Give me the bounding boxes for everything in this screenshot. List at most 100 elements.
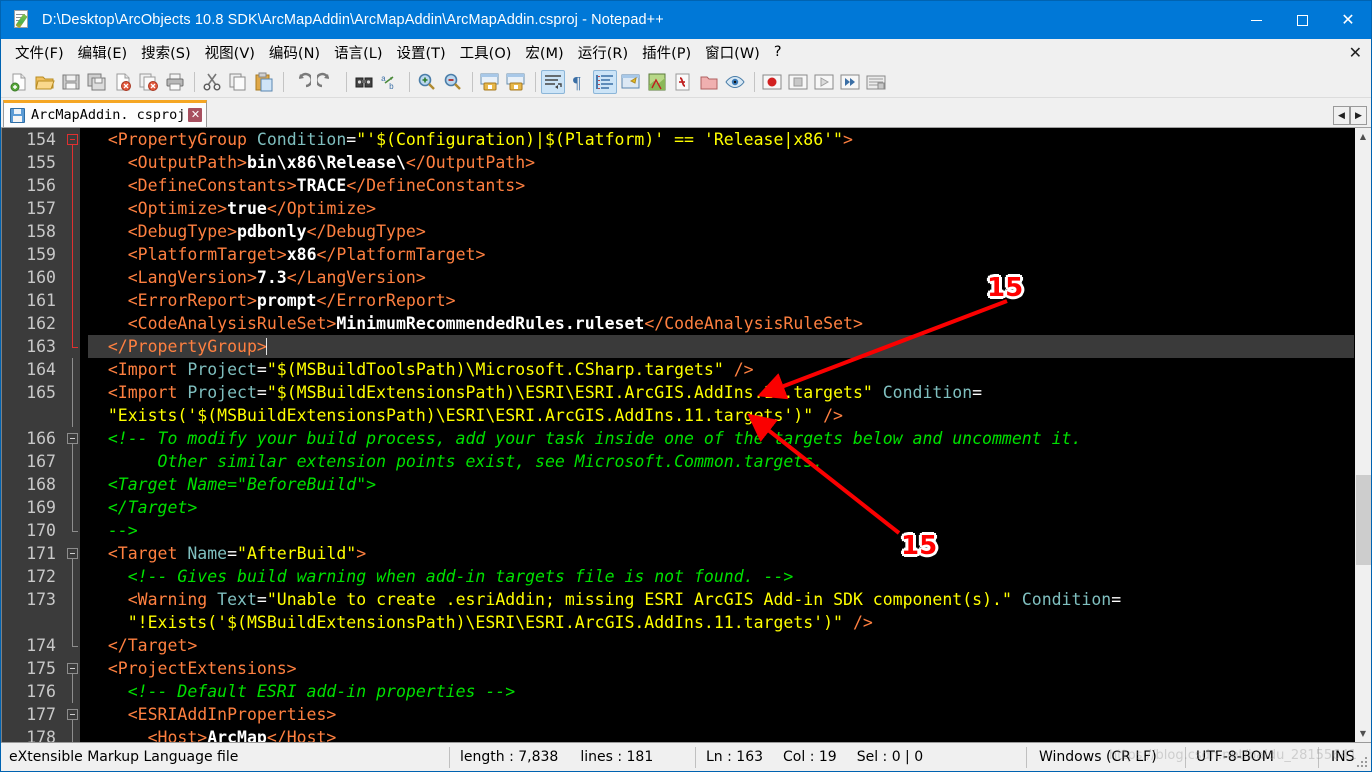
- code-line[interactable]: <ErrorReport>prompt</ErrorReport>: [88, 289, 1354, 312]
- menu-edit[interactable]: 编辑(E): [71, 39, 134, 66]
- code-line[interactable]: <Optimize>true</Optimize>: [88, 197, 1354, 220]
- fold-marker[interactable]: [64, 427, 80, 450]
- code-line[interactable]: -->: [88, 519, 1354, 542]
- fold-marker[interactable]: [64, 243, 80, 266]
- code-folding-margin[interactable]: [64, 128, 80, 742]
- fold-marker[interactable]: [64, 404, 80, 427]
- redo-icon[interactable]: [315, 70, 339, 94]
- close-button[interactable]: ✕: [1325, 1, 1371, 39]
- close-all-icon[interactable]: [137, 70, 161, 94]
- status-encoding[interactable]: UTF-8-BOM: [1186, 743, 1318, 772]
- fold-marker[interactable]: [64, 565, 80, 588]
- folder-workspace-icon[interactable]: [697, 70, 721, 94]
- paste-icon[interactable]: [252, 70, 276, 94]
- code-line[interactable]: </Target>: [88, 634, 1354, 657]
- print-icon[interactable]: [163, 70, 187, 94]
- word-wrap-icon[interactable]: [541, 69, 565, 94]
- fold-marker[interactable]: [64, 450, 80, 473]
- doc-map-icon[interactable]: [645, 70, 669, 94]
- zoom-out-icon[interactable]: [441, 70, 465, 94]
- code-line[interactable]: <PlatformTarget>x86</PlatformTarget>: [88, 243, 1354, 266]
- code-line[interactable]: Other similar extension points exist, se…: [88, 450, 1354, 473]
- code-line[interactable]: <Import Project="$(MSBuildToolsPath)\Mic…: [88, 358, 1354, 381]
- macro-play-icon[interactable]: [812, 70, 836, 94]
- fold-marker[interactable]: [64, 680, 80, 703]
- function-list-icon[interactable]: [671, 70, 695, 94]
- minimize-button[interactable]: [1233, 1, 1279, 39]
- fold-marker[interactable]: [64, 289, 80, 312]
- menu-help[interactable]: ?: [767, 41, 789, 63]
- scrollbar-track[interactable]: [1354, 145, 1371, 725]
- show-all-chars-icon[interactable]: ¶: [567, 70, 591, 94]
- fold-marker[interactable]: [64, 703, 80, 726]
- code-line-wrapped[interactable]: "Exists('$(MSBuildExtensionsPath)\ESRI\E…: [88, 404, 1354, 427]
- menu-plugins[interactable]: 插件(P): [635, 39, 698, 66]
- menu-run[interactable]: 运行(R): [571, 39, 635, 66]
- menu-view[interactable]: 视图(V): [198, 39, 262, 66]
- scrollbar-thumb[interactable]: [1355, 475, 1371, 565]
- copy-icon[interactable]: [226, 70, 250, 94]
- code-line[interactable]: <ESRIAddInProperties>: [88, 703, 1354, 726]
- indent-guide-icon[interactable]: [593, 69, 617, 94]
- fold-marker[interactable]: [64, 174, 80, 197]
- menu-encoding[interactable]: 编码(N): [262, 39, 327, 66]
- macro-record-icon[interactable]: [760, 70, 784, 94]
- menu-window[interactable]: 窗口(W): [698, 39, 767, 66]
- code-line[interactable]: <Target Name="BeforeBuild">: [88, 473, 1354, 496]
- fold-marker[interactable]: [64, 588, 80, 611]
- close-file-icon[interactable]: [111, 70, 135, 94]
- fold-marker[interactable]: [64, 726, 80, 742]
- code-line[interactable]: <LangVersion>7.3</LangVersion>: [88, 266, 1354, 289]
- code-line[interactable]: </Target>: [88, 496, 1354, 519]
- menu-search[interactable]: 搜索(S): [134, 39, 198, 66]
- fold-marker[interactable]: [64, 358, 80, 381]
- fold-marker[interactable]: [64, 151, 80, 174]
- new-file-icon[interactable]: [7, 70, 31, 94]
- code-text-area[interactable]: <PropertyGroup Condition="'$(Configurati…: [80, 128, 1354, 742]
- fold-marker[interactable]: [64, 611, 80, 634]
- code-line-wrapped[interactable]: "!Exists('$(MSBuildExtensionsPath)\ESRI\…: [88, 611, 1354, 634]
- fold-marker[interactable]: [64, 519, 80, 542]
- save-icon[interactable]: [59, 70, 83, 94]
- user-defined-dialog-icon[interactable]: [619, 70, 643, 94]
- find-icon[interactable]: [352, 70, 376, 94]
- menu-file[interactable]: 文件(F): [8, 39, 71, 66]
- code-line[interactable]: <!-- Gives build warning when add-in tar…: [88, 565, 1354, 588]
- code-line[interactable]: <CodeAnalysisRuleSet>MinimumRecommendedR…: [88, 312, 1354, 335]
- fold-marker[interactable]: [64, 496, 80, 519]
- fold-marker[interactable]: [64, 128, 80, 151]
- sync-vertical-icon[interactable]: [478, 70, 502, 94]
- menu-tools[interactable]: 工具(O): [453, 39, 519, 66]
- menu-macro[interactable]: 宏(M): [518, 39, 570, 66]
- code-line[interactable]: <Warning Text="Unable to create .esriAdd…: [88, 588, 1354, 611]
- sync-horizontal-icon[interactable]: [504, 70, 528, 94]
- fold-marker[interactable]: [64, 197, 80, 220]
- save-all-icon[interactable]: [85, 70, 109, 94]
- cut-icon[interactable]: [200, 70, 224, 94]
- fold-marker[interactable]: [64, 220, 80, 243]
- close-document-icon[interactable]: ✕: [1349, 43, 1362, 62]
- tab-close-icon[interactable]: ✕: [188, 108, 203, 122]
- zoom-in-icon[interactable]: [415, 70, 439, 94]
- code-line[interactable]: <!-- To modify your build process, add y…: [88, 427, 1354, 450]
- menu-settings[interactable]: 设置(T): [389, 39, 452, 66]
- fold-marker[interactable]: [64, 266, 80, 289]
- code-line[interactable]: <DebugType>pdbonly</DebugType>: [88, 220, 1354, 243]
- scroll-down-button[interactable]: ▼: [1354, 725, 1371, 742]
- tab-scroll-left-button[interactable]: ◀: [1333, 106, 1350, 125]
- code-line[interactable]: <Host>ArcMap</Host>: [88, 726, 1354, 742]
- code-line[interactable]: <Target Name="AfterBuild">: [88, 542, 1354, 565]
- code-line[interactable]: <!-- Default ESRI add-in properties -->: [88, 680, 1354, 703]
- code-line[interactable]: <DefineConstants>TRACE</DefineConstants>: [88, 174, 1354, 197]
- undo-icon[interactable]: [289, 70, 313, 94]
- replace-icon[interactable]: ab: [378, 70, 402, 94]
- macro-stop-icon[interactable]: [786, 70, 810, 94]
- code-line[interactable]: <OutputPath>bin\x86\Release\</OutputPath…: [88, 151, 1354, 174]
- tab-arcmapaddin-csproj[interactable]: ArcMapAddin. csproj ✕: [3, 100, 208, 127]
- fold-marker[interactable]: [64, 381, 80, 404]
- fold-marker[interactable]: [64, 542, 80, 565]
- menu-language[interactable]: 语言(L): [327, 39, 389, 66]
- code-line[interactable]: <PropertyGroup Condition="'$(Configurati…: [88, 128, 1354, 151]
- status-eol-format[interactable]: Windows (CR LF): [1027, 743, 1185, 772]
- vertical-scrollbar[interactable]: ▲ ▼: [1354, 128, 1371, 742]
